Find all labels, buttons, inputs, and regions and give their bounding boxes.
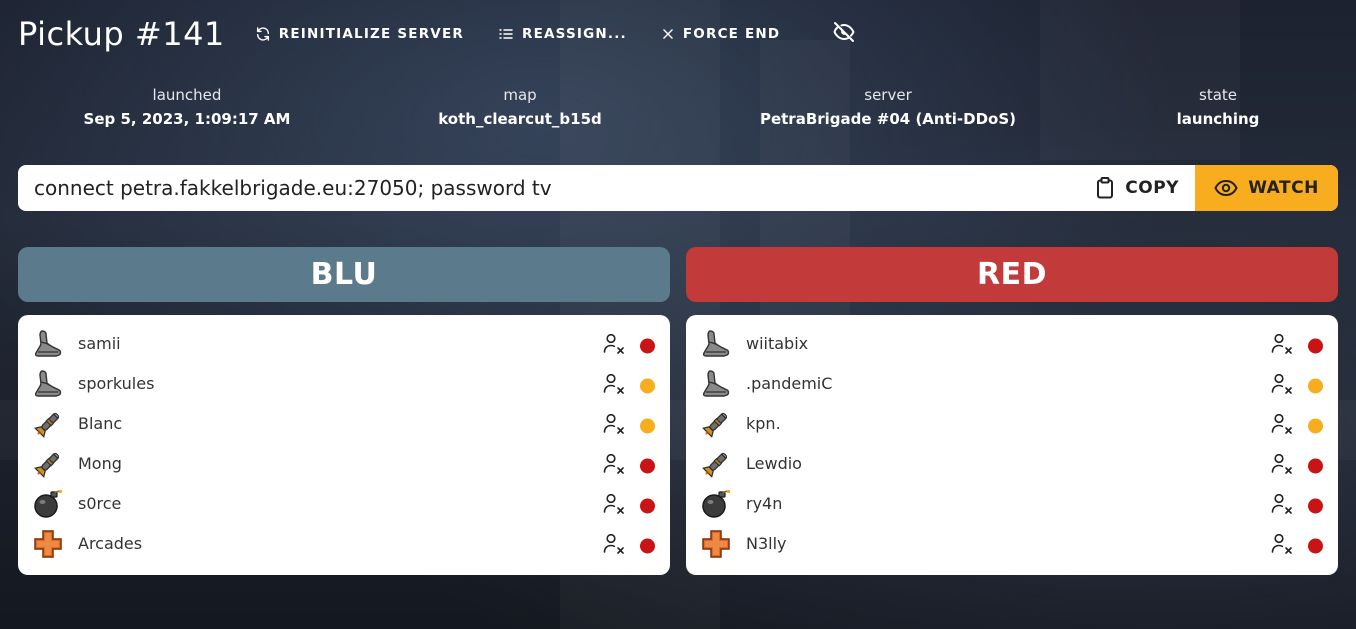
- soldier-class-icon: [32, 408, 64, 440]
- medic-class-icon: [700, 528, 732, 560]
- refresh-icon: [256, 27, 269, 41]
- watch-label: WATCH: [1248, 178, 1319, 198]
- player-slot: samii: [18, 324, 670, 364]
- request-substitute-icon[interactable]: [602, 372, 626, 396]
- player-name[interactable]: N3lly: [746, 534, 787, 553]
- copy-button[interactable]: COPY: [1079, 165, 1195, 211]
- player-slot: Blanc: [18, 404, 670, 444]
- meta-server-value: PetraBrigade #04 (Anti-DDoS): [759, 110, 1017, 128]
- pickup-meta: launched Sep 5, 2023, 1:09:17 AM map kot…: [0, 86, 1356, 136]
- soldier-class-icon: [700, 408, 732, 440]
- player-status-indicator: [640, 378, 655, 394]
- connect-string-bar: connect petra.fakkelbrigade.eu:27050; pa…: [18, 165, 1338, 211]
- player-name[interactable]: Blanc: [78, 414, 122, 433]
- player-name[interactable]: .pandemiC: [746, 374, 832, 393]
- request-substitute-icon[interactable]: [602, 332, 626, 356]
- hide-button[interactable]: [832, 20, 856, 48]
- player-name[interactable]: Arcades: [78, 534, 142, 553]
- force-end-label: FORCE END: [682, 26, 781, 42]
- reinitialize-server-button[interactable]: REINITIALIZE SERVER: [255, 26, 464, 42]
- player-slot: sporkules: [18, 364, 670, 404]
- page-header: Pickup #141 REINITIALIZE SERVER REASSIGN…: [18, 12, 856, 56]
- player-status-indicator: [1308, 498, 1323, 514]
- reassign-button[interactable]: REASSIGN...: [498, 26, 627, 42]
- request-substitute-icon[interactable]: [1270, 372, 1294, 396]
- player-slot: kpn.: [686, 404, 1338, 444]
- team-header-red: RED: [686, 247, 1338, 302]
- player-name[interactable]: sporkules: [78, 374, 154, 393]
- request-substitute-icon[interactable]: [1270, 532, 1294, 556]
- player-status-indicator: [1308, 338, 1323, 354]
- player-name[interactable]: Lewdio: [746, 454, 802, 473]
- page-title: Pickup #141: [18, 15, 225, 53]
- team-slots-red: wiitabix .pandemiC kpn. Lewdio ry4n N3lly: [686, 315, 1338, 575]
- copy-label: COPY: [1125, 178, 1179, 198]
- request-substitute-icon[interactable]: [1270, 452, 1294, 476]
- request-substitute-icon[interactable]: [1270, 332, 1294, 356]
- player-status-indicator: [1308, 418, 1323, 434]
- team-header-blu: BLU: [18, 247, 670, 302]
- close-icon: [663, 29, 673, 39]
- player-slot: .pandemiC: [686, 364, 1338, 404]
- player-status-indicator: [1308, 538, 1323, 554]
- meta-launched: launched Sep 5, 2023, 1:09:17 AM: [37, 86, 337, 128]
- player-slot: Mong: [18, 444, 670, 484]
- eye-off-icon: [833, 22, 855, 42]
- player-status-indicator: [640, 458, 655, 474]
- request-substitute-icon[interactable]: [602, 452, 626, 476]
- medic-class-icon: [32, 528, 64, 560]
- request-substitute-icon[interactable]: [1270, 492, 1294, 516]
- player-status-indicator: [1308, 458, 1323, 474]
- request-substitute-icon[interactable]: [602, 532, 626, 556]
- soldier-class-icon: [700, 448, 732, 480]
- demoman-class-icon: [32, 488, 64, 520]
- request-substitute-icon[interactable]: [602, 412, 626, 436]
- demoman-class-icon: [700, 488, 732, 520]
- player-name[interactable]: samii: [78, 334, 121, 353]
- player-name[interactable]: Mong: [78, 454, 122, 473]
- scout-class-icon: [700, 328, 732, 360]
- meta-map-value: koth_clearcut_b15d: [438, 110, 602, 128]
- player-status-indicator: [640, 538, 655, 554]
- meta-map-label: map: [503, 86, 537, 104]
- request-substitute-icon[interactable]: [1270, 412, 1294, 436]
- request-substitute-icon[interactable]: [602, 492, 626, 516]
- player-name[interactable]: ry4n: [746, 494, 782, 513]
- player-slot: Lewdio: [686, 444, 1338, 484]
- meta-state-label: state: [1199, 86, 1237, 104]
- scout-class-icon: [700, 368, 732, 400]
- meta-server: server PetraBrigade #04 (Anti-DDoS): [738, 86, 1038, 128]
- meta-server-label: server: [864, 86, 912, 104]
- player-status-indicator: [640, 498, 655, 514]
- player-slot: s0rce: [18, 484, 670, 524]
- player-name[interactable]: kpn.: [746, 414, 781, 433]
- player-slot: ry4n: [686, 484, 1338, 524]
- player-status-indicator: [640, 418, 655, 434]
- meta-launched-value: Sep 5, 2023, 1:09:17 AM: [83, 110, 291, 128]
- list-icon: [499, 29, 513, 39]
- soldier-class-icon: [32, 448, 64, 480]
- player-status-indicator: [1308, 378, 1323, 394]
- meta-map: map koth_clearcut_b15d: [370, 86, 670, 128]
- meta-launched-label: launched: [152, 86, 222, 104]
- watch-button[interactable]: WATCH: [1195, 165, 1338, 211]
- clipboard-icon: [1097, 177, 1114, 199]
- meta-state-value: launching: [1176, 110, 1260, 128]
- player-name[interactable]: s0rce: [78, 494, 121, 513]
- player-slot: Arcades: [18, 524, 670, 564]
- team-slots-blu: samii sporkules Blanc Mong s0rce Arcades: [18, 315, 670, 575]
- player-status-indicator: [640, 338, 655, 354]
- reassign-label: REASSIGN...: [521, 26, 627, 42]
- scout-class-icon: [32, 328, 64, 360]
- player-slot: N3lly: [686, 524, 1338, 564]
- reinitialize-server-label: REINITIALIZE SERVER: [278, 26, 464, 42]
- connect-string[interactable]: connect petra.fakkelbrigade.eu:27050; pa…: [18, 176, 1079, 200]
- force-end-button[interactable]: FORCE END: [661, 26, 780, 42]
- player-name[interactable]: wiitabix: [746, 334, 808, 353]
- meta-state: state launching: [1068, 86, 1356, 128]
- scout-class-icon: [32, 368, 64, 400]
- eye-icon: [1214, 179, 1238, 197]
- player-slot: wiitabix: [686, 324, 1338, 364]
